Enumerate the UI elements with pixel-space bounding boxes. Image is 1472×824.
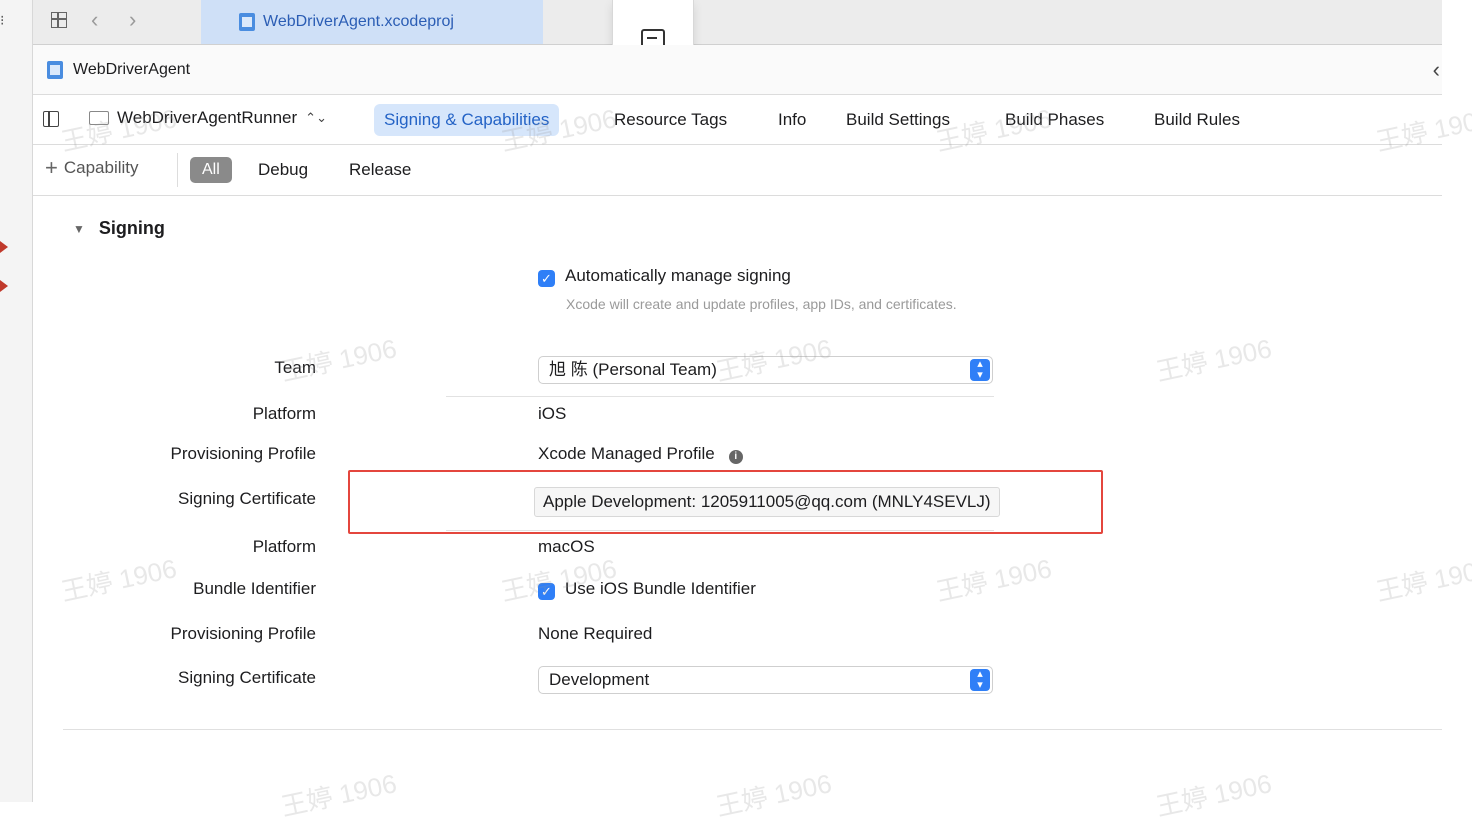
plus-icon: +	[45, 155, 58, 180]
macos-signing-certificate-popup[interactable]: Development ▴ ▾	[538, 666, 993, 694]
tab-build-rules[interactable]: Build Rules	[1154, 104, 1240, 136]
divider	[446, 396, 994, 397]
provisioning-profile-text: Xcode Managed Profile	[538, 444, 715, 463]
bundle-identifier-checkbox[interactable]: ✓ Use iOS Bundle Identifier	[538, 579, 756, 600]
checkmark-icon: ✓	[538, 270, 555, 287]
team-label: Team	[274, 358, 316, 377]
signing-section-title: Signing	[98, 218, 165, 238]
macos-signing-certificate-label: Signing Certificate	[178, 668, 316, 687]
tab-info[interactable]: Info	[778, 104, 806, 136]
provisioning-profile-label: Provisioning Profile	[170, 444, 316, 463]
tab-resource-tags[interactable]: Resource Tags	[614, 104, 727, 136]
add-capability-button[interactable]: + Capability	[45, 157, 139, 179]
tab-project-file[interactable]: WebDriverAgent.xcodeproj	[201, 0, 543, 44]
bundle-identifier-value: Use iOS Bundle Identifier	[565, 579, 756, 598]
jump-bar-project[interactable]: WebDriverAgent	[73, 61, 190, 79]
tab-project-file-label: WebDriverAgent.xcodeproj	[263, 13, 454, 30]
filter-divider	[177, 153, 178, 187]
tab-signing-capabilities[interactable]: Signing & Capabilities	[374, 104, 560, 136]
filter-debug[interactable]: Debug	[258, 157, 308, 183]
forward-arrow-icon[interactable]: ›	[129, 9, 136, 31]
target-selector[interactable]: WebDriverAgentRunner ⌃⌄	[89, 108, 327, 128]
signing-content: ▼ Signing ✓ Automatically manage signing …	[33, 196, 1442, 802]
breakpoint-marker-icon	[0, 241, 8, 253]
breakpoint-marker-icon	[0, 280, 8, 292]
target-folder-icon	[89, 111, 109, 125]
window-tab-bar: ‹ › WebDriverAgent.xcodeproj	[33, 0, 1442, 45]
editor-tabs: WebDriverAgentRunner ⌃⌄ Signing & Capabi…	[33, 96, 1442, 145]
popup-stepper-icon: ▴ ▾	[970, 359, 990, 381]
auto-manage-label: Automatically manage signing	[565, 266, 791, 285]
auto-manage-checkbox[interactable]: ✓ Automatically manage signing	[538, 266, 791, 287]
platform-value: iOS	[538, 404, 567, 423]
macos-platform-label: Platform	[252, 537, 316, 556]
filter-all[interactable]: All	[190, 157, 232, 183]
jump-bar: WebDriverAgent ‹	[33, 45, 1442, 95]
chevron-left-icon[interactable]: ‹	[1433, 57, 1440, 83]
disclosure-triangle-icon[interactable]: ▼	[73, 222, 85, 236]
tab-build-phases[interactable]: Build Phases	[1005, 104, 1104, 136]
platform-label: Platform	[252, 404, 316, 423]
signing-certificate-label: Signing Certificate	[178, 489, 316, 508]
signing-section-header[interactable]: ▼ Signing	[73, 218, 165, 239]
provisioning-profile-value: Xcode Managed Profile i	[538, 444, 743, 464]
macos-provisioning-profile-label: Provisioning Profile	[170, 624, 316, 643]
grid-icon[interactable]	[51, 12, 67, 28]
tab-build-settings[interactable]: Build Settings	[846, 104, 950, 136]
auto-manage-hint: Xcode will create and update profiles, a…	[566, 296, 957, 312]
team-popup[interactable]: 旭 陈 (Personal Team) ▴ ▾	[538, 356, 993, 384]
target-name: WebDriverAgentRunner	[117, 108, 298, 127]
team-value: 旭 陈 (Personal Team)	[549, 360, 717, 379]
sidebar-toggle-icon[interactable]	[43, 111, 59, 127]
navigator-edge-icon: ⁝	[0, 12, 5, 28]
popup-stepper-icon: ▴ ▾	[970, 669, 990, 691]
xcodeproj-file-icon	[239, 13, 255, 31]
macos-signing-certificate-value: Development	[549, 670, 650, 689]
section-bottom-divider	[63, 729, 1442, 730]
highlight-annotation-box	[348, 470, 1103, 534]
macos-provisioning-profile-value: None Required	[538, 624, 653, 643]
info-icon[interactable]: i	[728, 450, 743, 464]
chevron-updown-icon: ⌃⌄	[305, 110, 327, 125]
back-arrow-icon[interactable]: ‹	[91, 9, 98, 31]
project-icon	[47, 60, 63, 79]
bundle-identifier-label: Bundle Identifier	[193, 579, 316, 598]
filter-bar: + Capability All Debug Release	[33, 145, 1442, 196]
filter-release[interactable]: Release	[349, 157, 411, 183]
macos-platform-value: macOS	[538, 537, 595, 556]
add-capability-label: Capability	[63, 158, 139, 177]
checkmark-icon: ✓	[538, 583, 555, 600]
